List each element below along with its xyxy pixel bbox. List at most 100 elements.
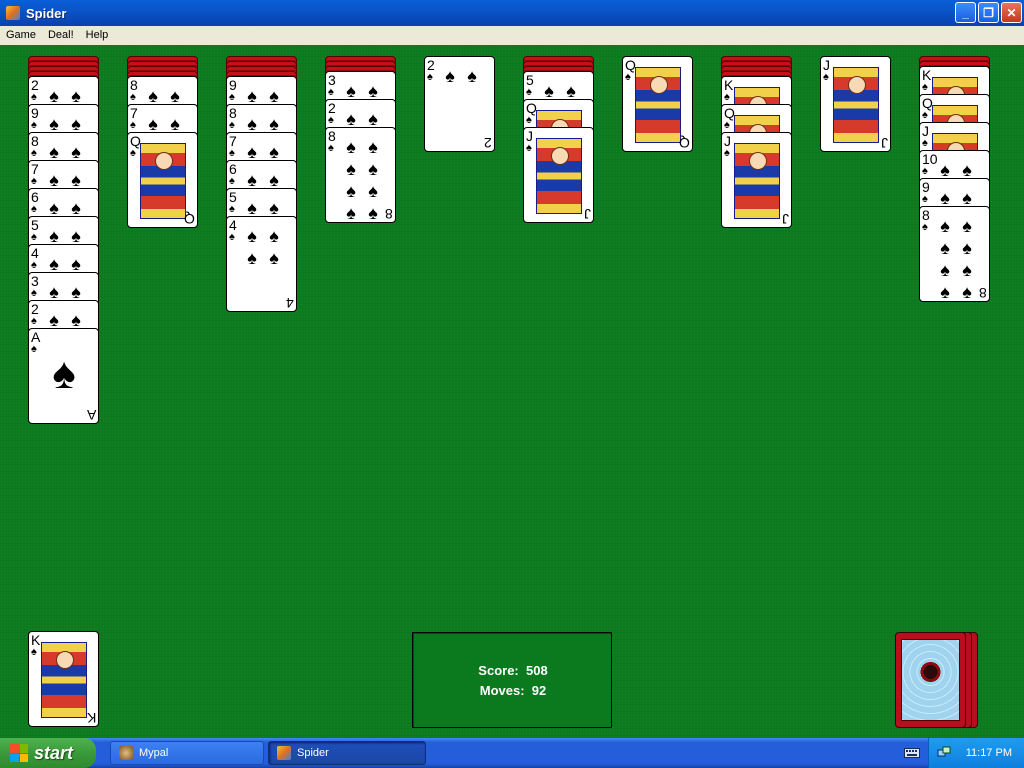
card-rank: 4 — [31, 245, 39, 261]
taskbar-item-mypal[interactable]: Mypal — [110, 741, 264, 765]
spade-pip-icon: ♠ — [269, 226, 279, 246]
card-rank: K — [922, 67, 932, 83]
card-rank: 2 — [31, 301, 39, 317]
spider-icon — [277, 746, 291, 760]
spade-pip-icon: ♠ — [940, 216, 950, 236]
clock[interactable]: 11:17 PM — [966, 747, 1012, 759]
keyboard-icon[interactable] — [904, 747, 920, 759]
minimize-button[interactable]: _ — [955, 2, 976, 23]
card-pips: ♠♠♠♠ — [243, 225, 283, 269]
spider-app-icon — [6, 6, 20, 20]
spade-icon: ♠ — [922, 165, 928, 177]
card-rank: 7 — [130, 105, 138, 121]
spade-icon: ♠ — [724, 147, 730, 159]
moves-value: 92 — [531, 683, 547, 698]
menu-help[interactable]: Help — [80, 26, 115, 45]
network-icon[interactable] — [937, 746, 951, 760]
spade-pip-icon: ♠ — [940, 238, 950, 258]
spade-pip-icon: ♠ — [368, 181, 378, 201]
spade-icon: ♠ — [31, 287, 37, 299]
task-label: Mypal — [139, 747, 169, 759]
card-rank: J — [526, 128, 533, 144]
spade-pip-icon: ♠ — [445, 66, 455, 86]
spade-icon: ♠ — [823, 71, 829, 83]
card-Q-of-spades[interactable]: Q♠Q — [622, 56, 693, 152]
spade-icon: ♠ — [229, 119, 235, 131]
card-rank-bottom: J — [584, 206, 591, 222]
windows-logo-icon — [10, 744, 28, 762]
score-box: Score: 508 Moves: 92 — [412, 632, 612, 728]
stock-deal-pile[interactable] — [895, 632, 966, 728]
card-rank: 9 — [31, 105, 39, 121]
spade-pip-icon: ♠ — [962, 282, 972, 302]
card-rank: 5 — [526, 72, 534, 88]
king-face-image — [41, 642, 87, 718]
task-label: Spider — [297, 747, 329, 759]
spade-pip-icon: ♠ — [368, 159, 378, 179]
card-J-of-spades[interactable]: J♠J — [820, 56, 891, 152]
score-line: Score: 508 — [413, 663, 613, 678]
spade-pip-icon: ♠ — [368, 137, 378, 157]
card-A-of-spades[interactable]: A ♠ ♠ A — [28, 328, 99, 424]
spade-pip-icon: ♠ — [940, 260, 950, 280]
card-rank-bottom: J — [782, 211, 789, 227]
maximize-button[interactable]: ❐ — [978, 2, 999, 23]
spider-web-icon — [901, 639, 960, 721]
spade-icon: ♠ — [724, 91, 730, 103]
card-2-of-spades[interactable]: 2♠♠♠2 — [424, 56, 495, 152]
taskbar: start Mypal Spider 11:17 PM — [0, 738, 1024, 768]
card-J-of-spades[interactable]: J♠J — [523, 127, 594, 223]
close-button[interactable]: ✕ — [1001, 2, 1022, 23]
card-8-of-spades[interactable]: 8♠♠♠♠♠♠♠♠♠8 — [919, 206, 990, 302]
menu-game[interactable]: Game — [0, 26, 42, 45]
spade-icon: ♠ — [31, 646, 37, 658]
card-4-of-spades[interactable]: 4♠♠♠♠♠4 — [226, 216, 297, 312]
face-card-image — [734, 143, 780, 219]
spade-icon: ♠ — [31, 315, 37, 327]
card-rank: 9 — [922, 179, 930, 195]
card-rank: 8 — [229, 105, 237, 121]
spade-pip-icon: ♠ — [346, 137, 356, 157]
spade-icon: ♠ — [31, 175, 37, 187]
spade-icon: ♠ — [229, 147, 235, 159]
spade-pip-icon: ♠ — [962, 216, 972, 236]
spade-icon: ♠ — [922, 81, 928, 93]
spade-pip-icon: ♠ — [346, 159, 356, 179]
spade-pip-icon: ♠ — [962, 238, 972, 258]
card-rank: 4 — [229, 217, 237, 233]
card-rank: 2 — [31, 77, 39, 93]
card-rank: 5 — [31, 217, 39, 233]
spade-icon: ♠ — [229, 91, 235, 103]
spade-icon: ♠ — [31, 119, 37, 131]
spade-icon: ♠ — [526, 142, 532, 154]
menu-bar: Game Deal! Help — [0, 26, 1024, 45]
card-rank: 6 — [229, 161, 237, 177]
card-rank-bottom: K — [86, 710, 96, 726]
start-button[interactable]: start — [0, 738, 96, 768]
card-rank: 7 — [229, 133, 237, 149]
card-rank-bottom: 8 — [979, 285, 987, 301]
spade-pip-icon: ♠ — [962, 260, 972, 280]
card-8-of-spades[interactable]: 8♠♠♠♠♠♠♠♠♠8 — [325, 127, 396, 223]
card-rank-bottom: Q — [184, 211, 195, 227]
card-Q-of-spades[interactable]: Q♠Q — [127, 132, 198, 228]
spade-pip-icon: ♠ — [269, 248, 279, 268]
spade-icon: ♠ — [31, 91, 37, 103]
card-J-of-spades[interactable]: J♠J — [721, 132, 792, 228]
face-card-image — [635, 67, 681, 143]
card-rank: 8 — [922, 207, 930, 223]
card-rank: 3 — [328, 72, 336, 88]
game-field[interactable]: 2♠♠♠29♠♠♠♠♠♠♠♠♠♠98♠♠♠♠♠♠♠♠♠87♠♠♠♠♠♠♠♠76♠… — [0, 45, 1024, 738]
spade-icon: ♠ — [31, 203, 37, 215]
spade-icon: ♠ — [922, 137, 928, 149]
card-rank: 2 — [427, 57, 435, 73]
title-bar[interactable]: Spider _ ❐ ✕ — [0, 0, 1024, 26]
menu-deal[interactable]: Deal! — [42, 26, 80, 45]
spade-icon: ♠ — [922, 109, 928, 121]
spade-icon: ♠ — [328, 86, 334, 98]
card-rank: 2 — [328, 100, 336, 116]
card-rank: J — [724, 133, 731, 149]
taskbar-item-spider[interactable]: Spider — [268, 741, 426, 765]
card-rank: 8 — [130, 77, 138, 93]
spade-icon: ♠ — [229, 203, 235, 215]
